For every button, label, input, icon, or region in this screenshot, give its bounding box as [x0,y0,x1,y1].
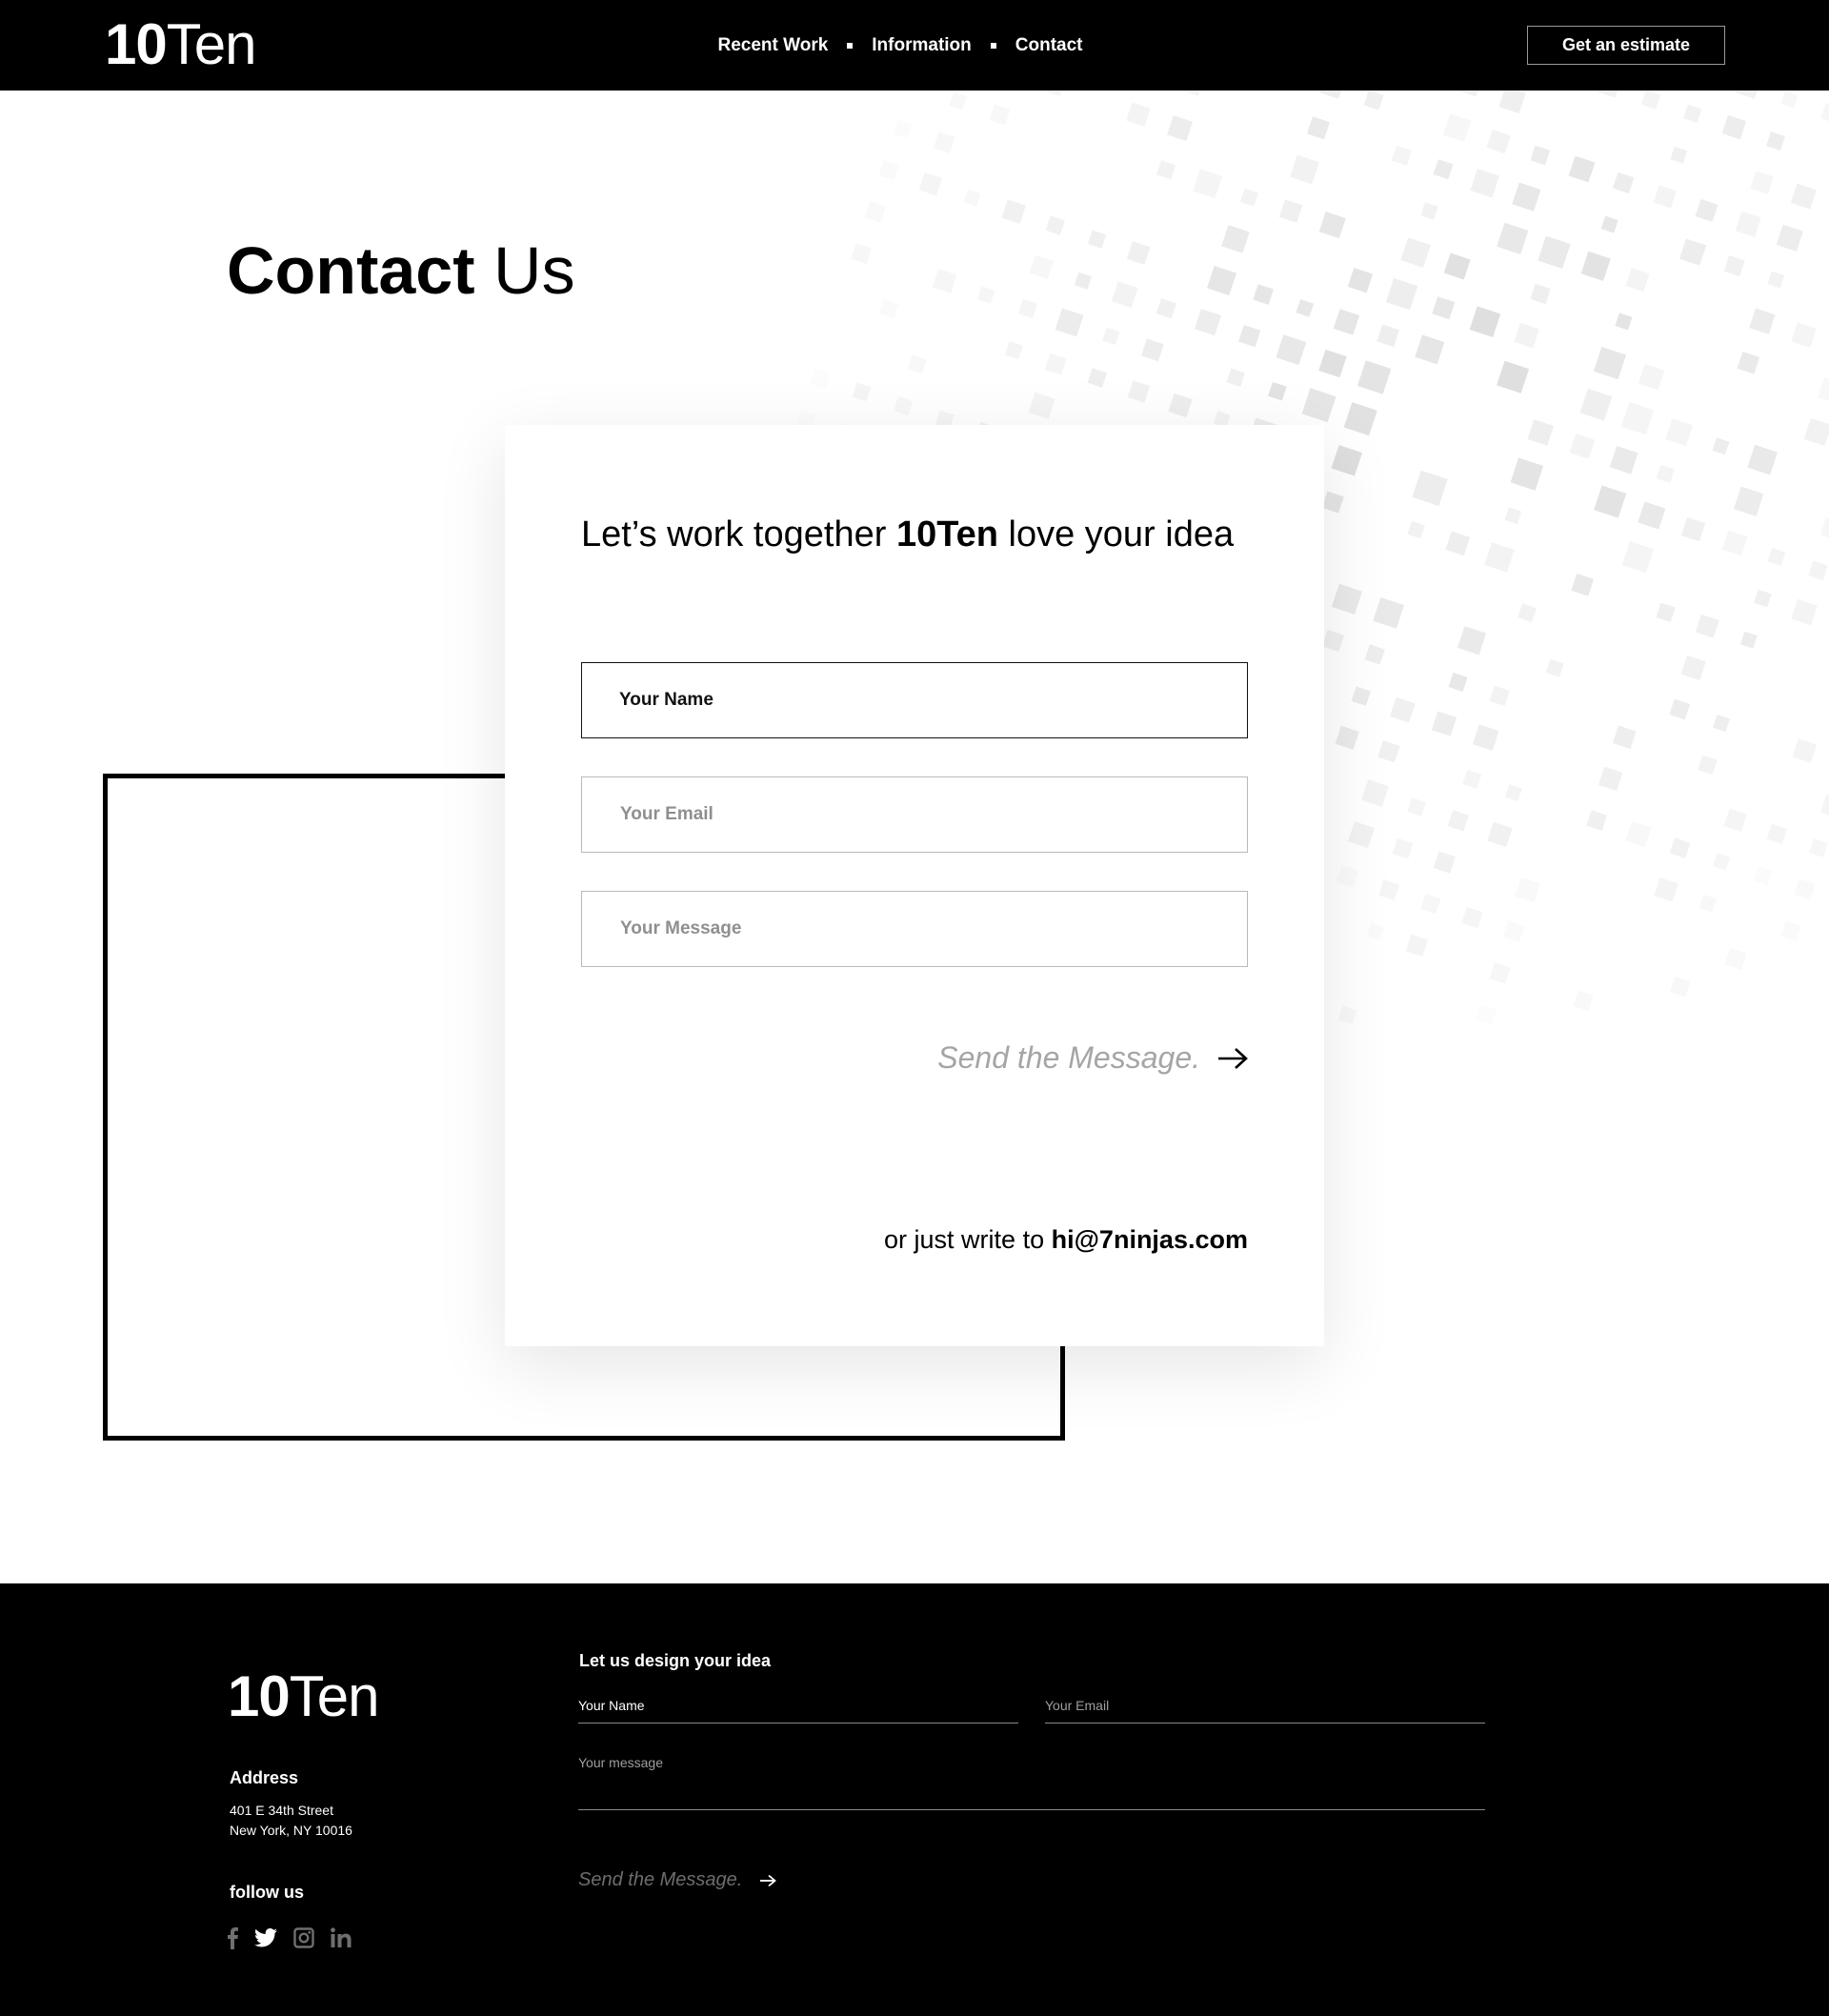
page-title: Contact Us [227,232,575,309]
alt-contact-line: or just write to hi@7ninjas.com [884,1225,1248,1255]
footer-logo-light: Ten [289,1664,380,1728]
address-text: 401 E 34th Street New York, NY 10016 [230,1801,352,1841]
card-title-brand: 10Ten [895,514,998,554]
nav-separator [990,42,996,49]
send-message-button[interactable]: Send the Message. [937,1040,1248,1076]
page-title-bold: Contact [227,233,475,308]
footer-send-message-button[interactable]: Send the Message. [578,1869,777,1891]
footer-email-field[interactable]: Your Email [1045,1689,1485,1724]
footer-message-field[interactable]: Your message [578,1745,1485,1810]
email-field[interactable]: Your Email [581,776,1248,853]
get-estimate-button[interactable]: Get an estimate [1527,26,1725,65]
logo-bold-part: 10 [105,12,168,76]
nav-separator [847,42,854,49]
instagram-icon[interactable] [293,1927,314,1953]
card-title: Let’s work together 10Ten love your idea [581,511,1234,558]
footer-logo-bold: 10 [228,1664,291,1728]
email-field-placeholder: Your Email [620,804,714,824]
site-footer: 10Ten Address 401 E 34th Street New York… [0,1583,1829,2016]
contact-email-link[interactable]: hi@7ninjas.com [1052,1225,1248,1254]
linkedin-icon[interactable] [331,1927,352,1953]
nav-contact[interactable]: Contact [1015,35,1083,56]
arrow-right-icon [1218,1047,1248,1069]
footer-message-placeholder: Your message [578,1755,663,1770]
page-title-light: Us [493,233,575,308]
card-title-suffix: love your idea [1008,514,1235,554]
message-field[interactable]: Your Message [581,891,1248,967]
nav-recent-work[interactable]: Recent Work [717,35,828,56]
arrow-right-icon [760,1874,777,1886]
follow-us-heading: follow us [230,1883,304,1902]
footer-email-placeholder: Your Email [1045,1698,1110,1713]
card-title-prefix: Let’s work together [581,514,887,554]
nav-information[interactable]: Information [872,35,972,56]
alt-contact-prefix: or just write to [884,1225,1045,1254]
address-line-1: 401 E 34th Street [230,1803,333,1818]
name-field-placeholder: Your Name [619,690,714,710]
contact-form-card: Let’s work together 10Ten love your idea… [505,425,1324,1346]
message-field-placeholder: Your Message [620,918,742,938]
send-message-label: Send the Message. [937,1040,1200,1075]
main-nav-items: Recent Work Information Contact [717,35,1082,56]
footer-logo[interactable]: 10Ten [228,1663,379,1730]
address-line-2: New York, NY 10016 [230,1823,352,1838]
social-links [227,1926,352,1954]
footer-name-field[interactable]: Your Name [578,1689,1018,1724]
logo-light-part: Ten [166,12,257,76]
facebook-icon[interactable] [227,1926,238,1954]
footer-form-heading: Let us design your idea [579,1651,772,1670]
footer-name-placeholder: Your Name [578,1698,645,1713]
footer-send-label: Send the Message. [578,1869,743,1890]
site-logo[interactable]: 10Ten [105,11,256,78]
site-header: 10Ten Recent Work Information Contact Ge… [0,0,1829,91]
twitter-icon[interactable] [254,1928,277,1952]
name-field[interactable]: Your Name [581,662,1248,738]
address-heading: Address [230,1768,299,1787]
